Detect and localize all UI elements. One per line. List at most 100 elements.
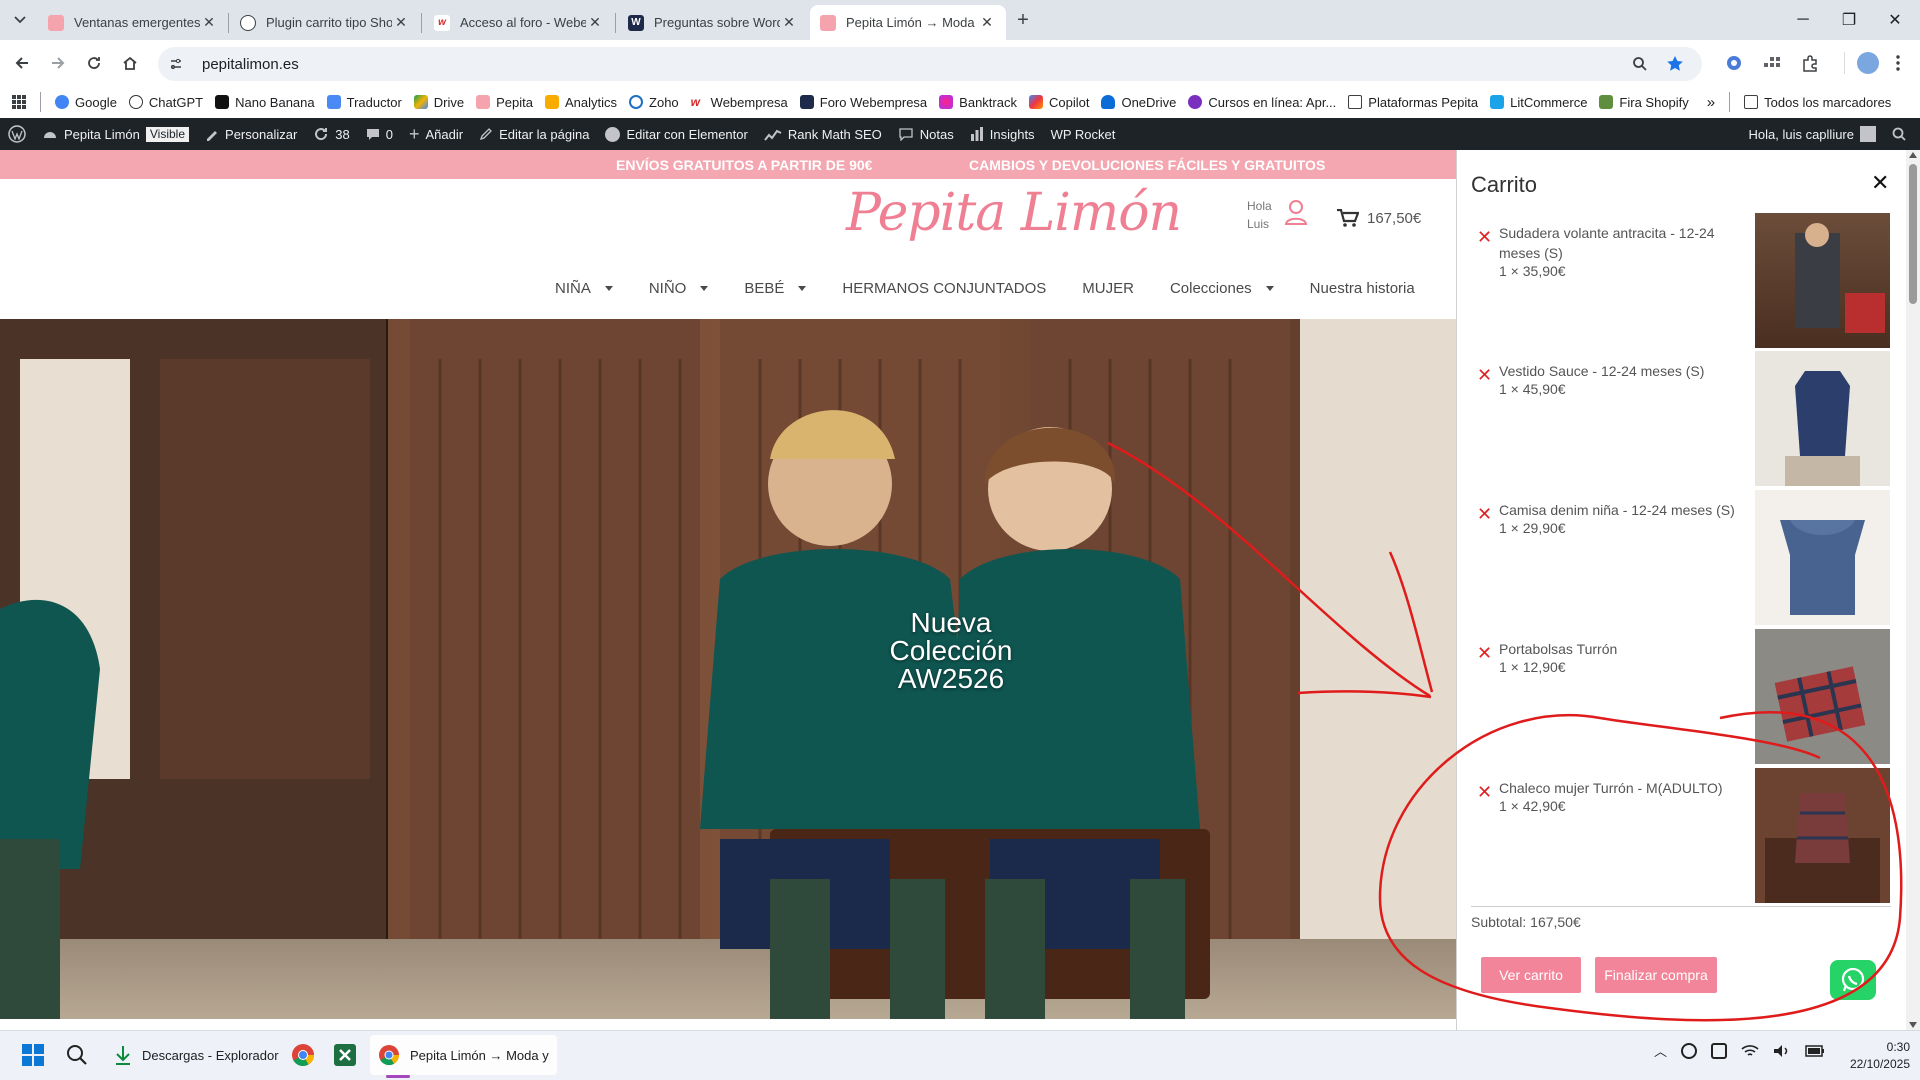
taskbar-downloads-window[interactable]: Descargas - Explorador xyxy=(108,1035,285,1075)
bookmark-litcommerce[interactable]: LitCommerce xyxy=(1484,88,1593,116)
taskbar-excel[interactable] xyxy=(326,1035,364,1075)
wifi-icon[interactable] xyxy=(1741,1044,1759,1058)
bookmark-copilot[interactable]: Copilot xyxy=(1023,88,1095,116)
wp-logo-menu[interactable] xyxy=(0,118,34,150)
chrome-menu-button[interactable] xyxy=(1882,47,1914,79)
apps-extension-button[interactable] xyxy=(1756,47,1788,79)
bookmark-google[interactable]: Google xyxy=(49,88,123,116)
minimize-button[interactable]: ─ xyxy=(1780,0,1826,40)
wp-notes[interactable]: Notas xyxy=(890,118,962,150)
page-scrollbar[interactable] xyxy=(1906,150,1920,1030)
nav-colecciones[interactable]: Colecciones xyxy=(1170,280,1274,297)
clock[interactable]: 0:30 22/10/2025 xyxy=(1840,1039,1910,1073)
taskbar-chrome-window[interactable]: Pepita Limón → Moda y xyxy=(370,1035,557,1075)
bookmark-star-icon[interactable] xyxy=(1666,55,1684,73)
new-tab-button[interactable]: + xyxy=(1010,8,1036,34)
wp-customize[interactable]: Personalizar xyxy=(197,118,305,150)
account-greeting[interactable]: Hola Luis xyxy=(1247,197,1272,233)
remove-item-icon[interactable]: ✕ xyxy=(1477,504,1492,525)
close-window-button[interactable]: ✕ xyxy=(1872,0,1918,40)
search-button[interactable] xyxy=(58,1035,96,1075)
close-icon[interactable]: ✕ xyxy=(780,14,798,31)
wp-edit-elementor[interactable]: Editar con Elementor xyxy=(597,118,755,150)
wp-account-menu[interactable]: Hola, luis caplliure xyxy=(1741,118,1885,150)
wp-search-button[interactable] xyxy=(1884,118,1914,150)
tab-preguntas-wordpress[interactable]: W Preguntas sobre WordPress – ✕ xyxy=(618,5,808,40)
bookmark-plataformas-pepita[interactable]: Plataformas Pepita xyxy=(1342,88,1484,116)
tab-foro-webempresa[interactable]: w Acceso al foro - Webempresa E ✕ xyxy=(424,5,614,40)
nav-hermanos-conjuntados[interactable]: HERMANOS CONJUNTADOS xyxy=(842,280,1046,297)
hero-banner[interactable]: Nueva Colección AW2526 xyxy=(0,319,1456,1019)
tab-ventanas[interactable]: Ventanas emergentes < Pepita ✕ xyxy=(38,5,228,40)
sync-icon[interactable] xyxy=(1711,1042,1728,1059)
scrollbar-thumb[interactable] xyxy=(1909,164,1917,304)
bookmark-foro-webempresa[interactable]: Foro Webempresa xyxy=(794,88,933,116)
wp-new-content[interactable]: + Añadir xyxy=(401,118,471,150)
reload-button[interactable] xyxy=(78,47,110,79)
tab-pepita-limon[interactable]: Pepita Limón → Moda y ropa in ✕ xyxy=(810,5,1006,40)
product-thumbnail[interactable] xyxy=(1755,490,1890,625)
nav-bebe[interactable]: BEBÉ xyxy=(744,280,807,297)
onedrive-sync-icon[interactable] xyxy=(1681,1042,1698,1059)
wp-updates[interactable]: 38 xyxy=(305,118,357,150)
restore-button[interactable]: ❐ xyxy=(1826,0,1872,40)
extension-button[interactable] xyxy=(1718,47,1750,79)
wp-comments[interactable]: 0 xyxy=(358,118,401,150)
volume-icon[interactable] xyxy=(1773,1044,1791,1058)
zoom-icon[interactable] xyxy=(1632,56,1648,72)
remove-item-icon[interactable]: ✕ xyxy=(1477,365,1492,386)
header-cart[interactable]: 167,50€ xyxy=(1337,209,1421,227)
address-bar[interactable]: pepitalimon.es xyxy=(158,47,1702,81)
bookmark-onedrive[interactable]: OneDrive xyxy=(1095,88,1182,116)
product-thumbnail[interactable] xyxy=(1755,213,1890,348)
tab-search-button[interactable] xyxy=(8,8,32,32)
close-icon[interactable]: ✕ xyxy=(200,14,218,31)
wp-rank-math[interactable]: Rank Math SEO xyxy=(756,118,890,150)
forward-button[interactable] xyxy=(42,47,74,79)
nav-mujer[interactable]: MUJER xyxy=(1082,280,1134,297)
close-icon[interactable]: ✕ xyxy=(392,14,410,31)
product-thumbnail[interactable] xyxy=(1755,768,1890,903)
bookmark-webempresa[interactable]: w Webempresa xyxy=(685,88,794,116)
remove-item-icon[interactable]: ✕ xyxy=(1477,643,1492,664)
bookmark-banktrack[interactable]: Banktrack xyxy=(933,88,1023,116)
bookmark-pepita[interactable]: Pepita xyxy=(470,88,539,116)
start-button[interactable] xyxy=(14,1035,52,1075)
site-info-icon[interactable] xyxy=(168,56,184,72)
nav-nino[interactable]: NIÑO xyxy=(649,280,709,297)
close-icon[interactable]: ✕ xyxy=(978,14,996,31)
back-button[interactable] xyxy=(6,47,38,79)
bookmark-analytics[interactable]: Analytics xyxy=(539,88,623,116)
bookmark-zoho[interactable]: Zoho xyxy=(623,88,685,116)
nav-nuestra-historia[interactable]: Nuestra historia xyxy=(1310,280,1415,297)
chevron-up-icon[interactable]: ︿ xyxy=(1654,1041,1667,1060)
cart-close-button[interactable]: ✕ xyxy=(1871,170,1889,196)
close-icon[interactable]: ✕ xyxy=(586,14,604,31)
bookmark-chatgpt[interactable]: ChatGPT xyxy=(123,88,209,116)
bookmark-drive[interactable]: Drive xyxy=(408,88,470,116)
home-button[interactable] xyxy=(114,47,146,79)
whatsapp-button[interactable] xyxy=(1830,960,1876,1000)
bookmark-cursos[interactable]: Cursos en línea: Apr... xyxy=(1182,88,1342,116)
nav-nina[interactable]: NIÑA xyxy=(555,280,613,297)
checkout-button[interactable]: Finalizar compra xyxy=(1595,957,1717,993)
wp-edit-page[interactable]: Editar la página xyxy=(471,118,597,150)
wp-rocket[interactable]: WP Rocket xyxy=(1043,118,1124,150)
scroll-up-arrow-icon[interactable] xyxy=(1909,152,1917,158)
site-logo[interactable]: Pepita Limón xyxy=(846,183,1182,243)
all-bookmarks-button[interactable]: Todos los marcadores xyxy=(1738,88,1897,116)
product-thumbnail[interactable] xyxy=(1755,351,1890,486)
taskbar-chrome[interactable] xyxy=(284,1035,322,1075)
scroll-down-arrow-icon[interactable] xyxy=(1909,1022,1917,1028)
remove-item-icon[interactable]: ✕ xyxy=(1477,227,1492,248)
extensions-button[interactable] xyxy=(1794,47,1826,79)
wp-site-name[interactable]: Pepita Limón Visible xyxy=(34,118,197,150)
profile-button[interactable] xyxy=(1852,47,1884,79)
tab-plugin-carrito[interactable]: Plugin carrito tipo Shopify ✕ xyxy=(230,5,420,40)
product-thumbnail[interactable] xyxy=(1755,629,1890,764)
bookmark-traductor[interactable]: Traductor xyxy=(321,88,408,116)
user-icon[interactable] xyxy=(1284,199,1308,225)
apps-button[interactable] xyxy=(6,88,32,116)
bookmark-fira-shopify[interactable]: Fira Shopify xyxy=(1593,88,1694,116)
more-bookmarks-button[interactable]: » xyxy=(1701,88,1721,116)
